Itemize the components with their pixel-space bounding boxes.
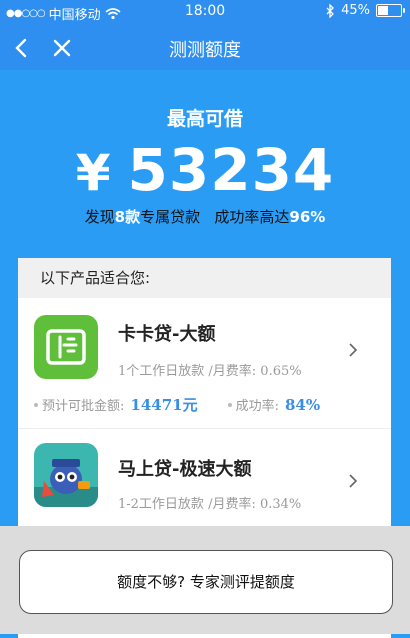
- battery-icon: [376, 4, 405, 17]
- success-rate: 96%: [289, 208, 326, 226]
- bottom-action-sheet: 额度不够? 专家测评提额度: [0, 526, 410, 634]
- expert-evaluate-button[interactable]: 额度不够? 专家测评提额度: [19, 550, 393, 614]
- bluetooth-icon: [326, 3, 335, 18]
- chevron-right-icon: [349, 474, 358, 488]
- kakadai-logo-icon: [34, 315, 98, 379]
- status-right: 45%: [325, 3, 405, 18]
- approve-value: 14471元: [130, 396, 198, 414]
- product-name: 卡卡贷-大额: [118, 324, 216, 345]
- product-item-kakadai[interactable]: 卡卡贷-大额 1个工作日放款 /月费率: 0.65% 预计可批金额: 14471…: [18, 298, 391, 428]
- amount-value: 53234: [127, 136, 335, 204]
- product-desc: 1个工作日放款 /月费率: 0.65%: [118, 364, 302, 379]
- max-amount: ¥53234: [0, 136, 410, 204]
- currency-symbol: ¥: [75, 144, 112, 202]
- mascot-logo-icon: [34, 443, 98, 507]
- success-value: 84%: [284, 395, 321, 414]
- list-header: 以下产品适合您:: [18, 258, 391, 298]
- product-name: 马上贷-极速大额: [118, 459, 252, 480]
- nav-bar: 测测额度: [0, 24, 410, 70]
- approve-label: 预计可批金额:: [42, 399, 125, 414]
- product-desc: 1-2工作日放款 /月费率: 0.34%: [118, 497, 302, 512]
- loan-count: 8款: [114, 208, 141, 226]
- status-bar: ●●○○○ 中国移动 18:00 45%: [0, 0, 410, 24]
- page-title: 测测额度: [169, 40, 241, 61]
- max-borrow-label: 最高可借: [166, 108, 243, 130]
- success-label: 成功率:: [235, 399, 279, 414]
- summary-prefix: 发现: [84, 208, 115, 226]
- bullet-icon: [34, 402, 38, 407]
- chevron-right-icon: [349, 343, 358, 357]
- product-metrics: 预计可批金额: 14471元 成功率: 84%: [34, 394, 350, 415]
- battery-percent: 45%: [341, 3, 370, 18]
- summary-line: 发现8款专属贷款 成功率高达96%: [0, 206, 410, 227]
- summary-mid: 专属贷款 成功率高达: [140, 208, 290, 226]
- bullet-icon: [227, 402, 232, 407]
